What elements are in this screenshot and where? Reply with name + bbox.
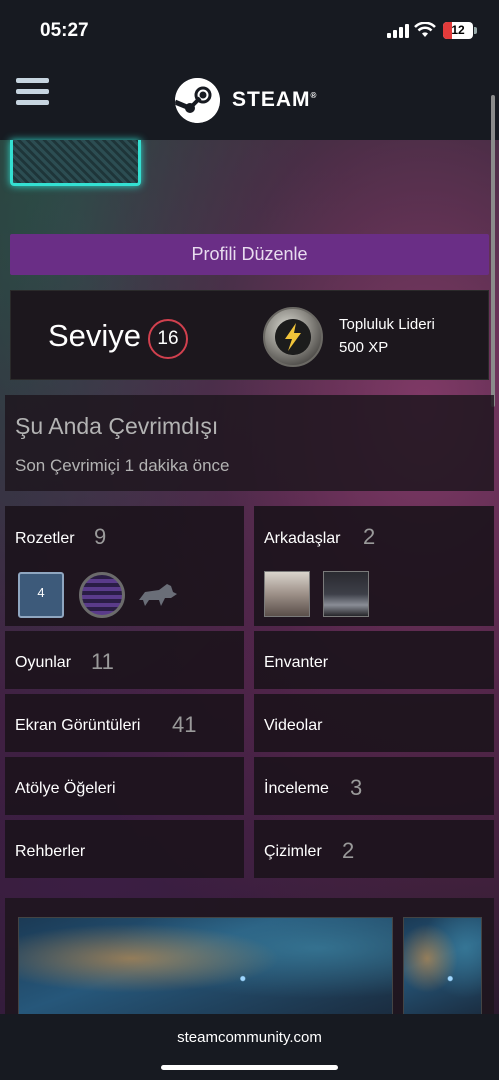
wifi-icon bbox=[414, 22, 436, 37]
workshop-label: Atölye Öğeleri bbox=[15, 780, 116, 797]
artwork-label: Çizimler bbox=[264, 843, 322, 860]
steam-logo[interactable]: STEAM® bbox=[175, 77, 317, 123]
badge-thumbnail[interactable]: 4 bbox=[18, 572, 64, 618]
menu-icon[interactable] bbox=[16, 78, 49, 106]
badges-label: Rozetler bbox=[15, 530, 75, 547]
url-text: steamcommunity.com bbox=[177, 1029, 322, 1046]
games-label: Oyunlar bbox=[15, 654, 72, 671]
level-badge[interactable]: 16 bbox=[148, 319, 188, 359]
inventory-label: Envanter bbox=[264, 654, 329, 671]
steam-logo-text: STEAM® bbox=[232, 88, 318, 111]
screenshot-showcase bbox=[5, 898, 494, 1020]
battery-icon: 12 bbox=[443, 22, 473, 39]
online-status-box: Şu Anda Çevrimdışı Son Çevrimiçi 1 dakik… bbox=[5, 395, 494, 491]
level-box: Seviye 16 Topluluk Lideri 500 XP bbox=[10, 290, 489, 380]
workshop-tile[interactable]: Atölye Öğeleri bbox=[5, 757, 244, 815]
games-tile[interactable]: Oyunlar 11 bbox=[5, 631, 244, 689]
status-time: 05:27 bbox=[40, 20, 89, 41]
friends-count: 2 bbox=[363, 524, 376, 549]
battery-level: 12 bbox=[451, 23, 465, 37]
community-leader-badge-icon[interactable] bbox=[263, 307, 323, 367]
showcase-image[interactable] bbox=[18, 917, 393, 1020]
home-indicator[interactable] bbox=[161, 1065, 338, 1070]
level-label: Seviye bbox=[48, 318, 142, 353]
artwork-tile[interactable]: Çizimler 2 bbox=[254, 820, 494, 878]
inventory-tile[interactable]: Envanter bbox=[254, 631, 494, 689]
guides-label: Rehberler bbox=[15, 843, 86, 860]
signal-icon bbox=[387, 24, 409, 38]
videos-tile[interactable]: Videolar bbox=[254, 694, 494, 752]
lightning-icon bbox=[275, 319, 311, 355]
games-count: 11 bbox=[91, 649, 114, 674]
reviews-count: 3 bbox=[350, 775, 363, 800]
app-header: STEAM® bbox=[0, 62, 499, 140]
friend-avatar[interactable] bbox=[323, 571, 369, 617]
artwork-count: 2 bbox=[342, 838, 355, 863]
badge-xp: 500 XP bbox=[339, 339, 389, 356]
badges-tile[interactable]: Rozetler 9 4 bbox=[5, 506, 244, 626]
edit-profile-button[interactable]: Profili Düzenle bbox=[10, 234, 489, 275]
wolf-badge-icon[interactable] bbox=[135, 572, 181, 618]
friend-avatar[interactable] bbox=[264, 571, 310, 617]
badge-thumbnail[interactable] bbox=[79, 572, 125, 618]
reviews-tile[interactable]: İnceleme 3 bbox=[254, 757, 494, 815]
screenshots-tile[interactable]: Ekran Görüntüleri 41 bbox=[5, 694, 244, 752]
badges-count: 9 bbox=[94, 524, 107, 549]
friends-tile[interactable]: Arkadaşlar 2 bbox=[254, 506, 494, 626]
status-bar: 05:27 12 bbox=[0, 0, 499, 62]
browser-url-bar[interactable]: steamcommunity.com bbox=[0, 1014, 499, 1080]
screenshots-count: 41 bbox=[172, 712, 197, 737]
avatar-frame[interactable] bbox=[10, 140, 141, 186]
status-last-online: Son Çevrimiçi 1 dakika önce bbox=[15, 456, 230, 475]
guides-tile[interactable]: Rehberler bbox=[5, 820, 244, 878]
screenshots-label: Ekran Görüntüleri bbox=[15, 717, 141, 734]
reviews-label: İnceleme bbox=[264, 780, 329, 797]
status-title: Şu Anda Çevrimdışı bbox=[15, 413, 219, 439]
friends-label: Arkadaşlar bbox=[264, 530, 341, 547]
page-scrollbar[interactable] bbox=[491, 95, 495, 407]
steam-logo-icon bbox=[175, 77, 220, 123]
showcase-image[interactable] bbox=[403, 917, 482, 1020]
videos-label: Videolar bbox=[264, 717, 323, 734]
badge-title: Topluluk Lideri bbox=[339, 316, 435, 333]
